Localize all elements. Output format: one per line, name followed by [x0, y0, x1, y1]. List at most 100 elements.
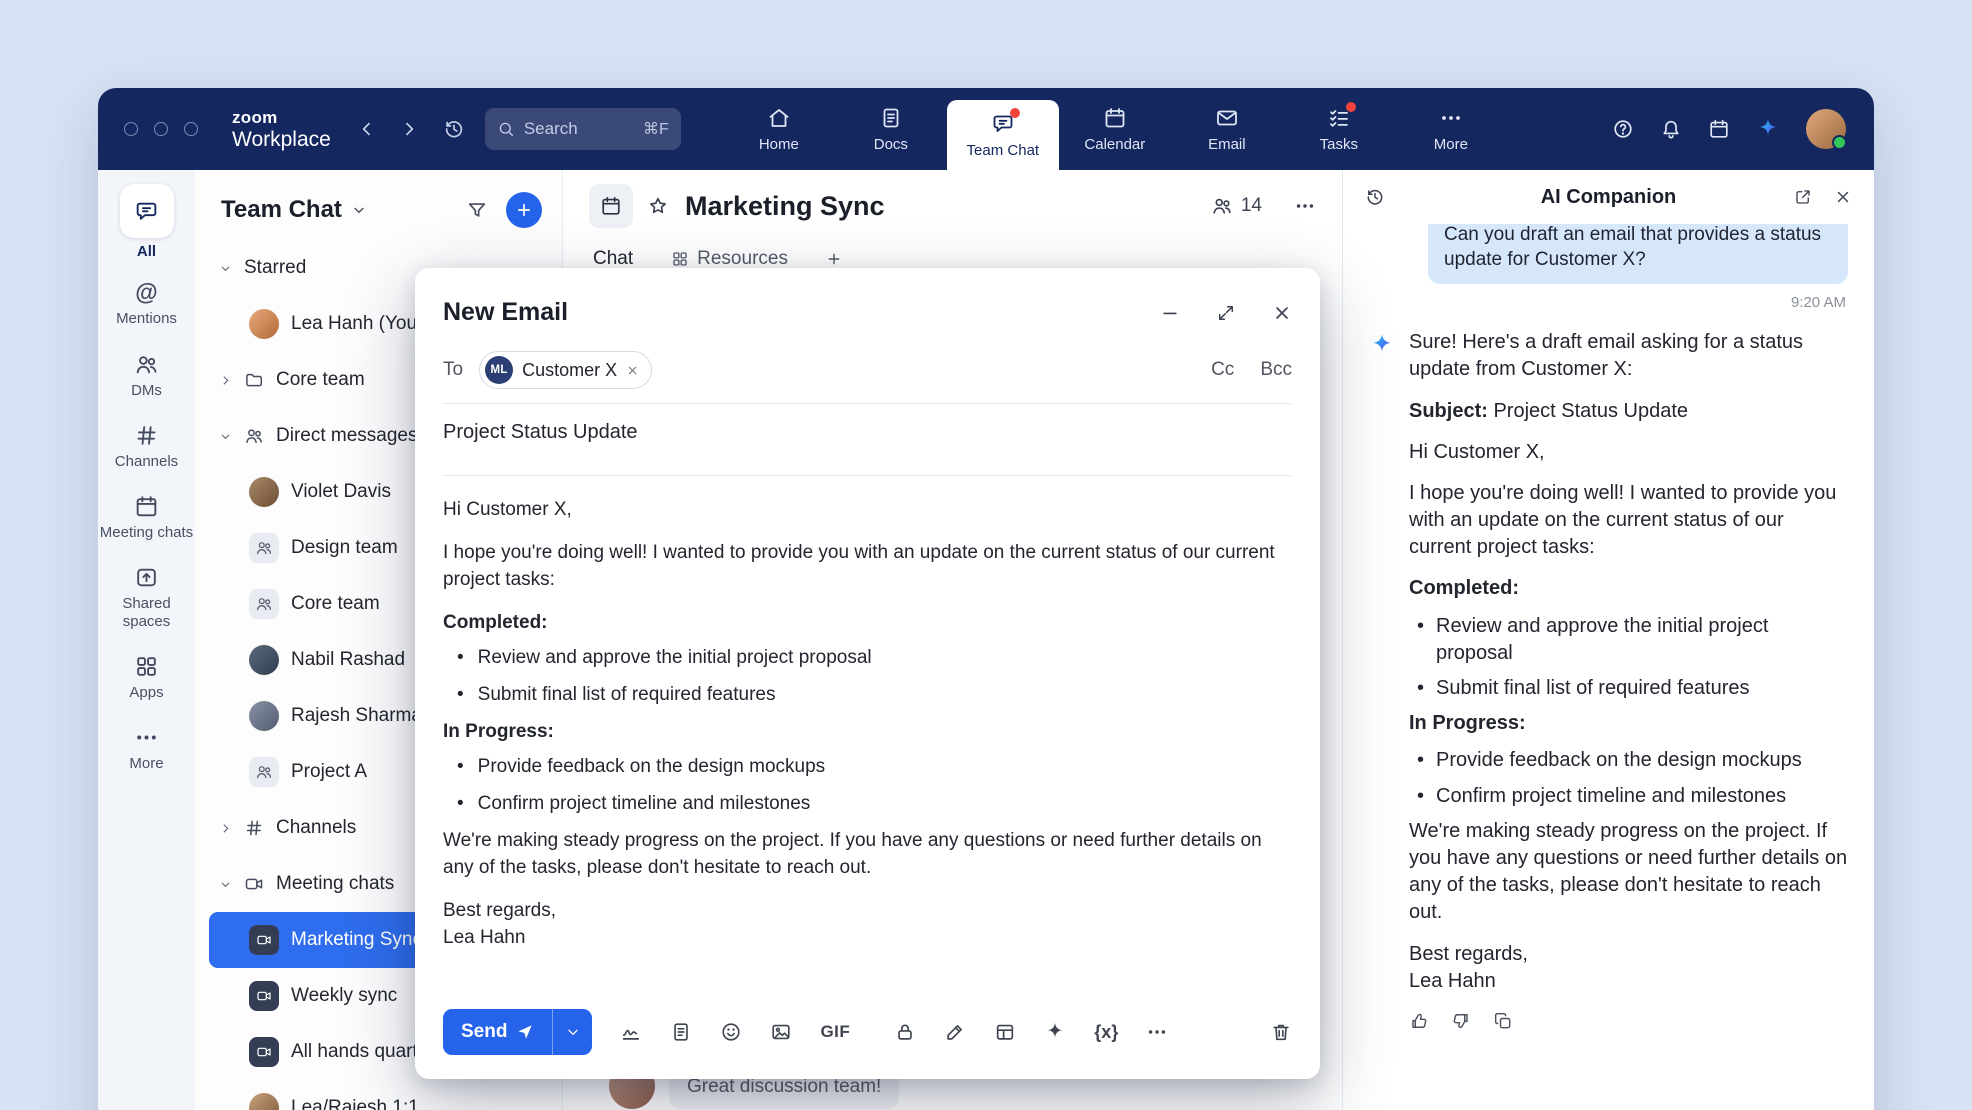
email-intro: I hope you're doing well! I wanted to pr…	[443, 539, 1292, 593]
email-signature: Lea Hahn	[443, 924, 1292, 951]
edit-pencil-icon[interactable]	[944, 1021, 966, 1043]
email-body-editor[interactable]: Hi Customer X, I hope you're doing well!…	[443, 476, 1292, 951]
copy-icon[interactable]	[1493, 1011, 1513, 1031]
people-icon	[244, 426, 264, 446]
window-minimize-button[interactable]	[154, 122, 168, 136]
toolbar-more-icon[interactable]	[1146, 1021, 1168, 1043]
signature-icon[interactable]	[620, 1021, 642, 1043]
list-item: Provide feedback on the design mockups	[1417, 747, 1848, 774]
encrypt-lock-icon[interactable]	[894, 1021, 916, 1043]
template-layout-icon[interactable]	[994, 1021, 1016, 1043]
tab-more[interactable]: More	[1395, 88, 1507, 170]
chevron-right-icon	[219, 822, 232, 835]
avatar	[249, 701, 279, 731]
expand-icon[interactable]	[1216, 303, 1236, 323]
variables-icon[interactable]: {x}	[1094, 1022, 1118, 1043]
window-close-button[interactable]	[124, 122, 138, 136]
window-controls	[124, 122, 198, 136]
notifications-bell-icon[interactable]	[1660, 118, 1682, 140]
send-button[interactable]: Send	[443, 1009, 552, 1055]
meeting-video-icon	[244, 874, 264, 894]
star-channel-icon[interactable]	[647, 195, 669, 217]
send-plane-icon	[516, 1023, 534, 1041]
close-icon[interactable]	[1272, 303, 1292, 323]
team-chat-notification-dot	[1010, 108, 1020, 118]
tab-team-chat[interactable]: Team Chat	[947, 100, 1059, 170]
search-bar[interactable]: ⌘F	[485, 108, 681, 150]
search-shortcut: ⌘F	[643, 119, 669, 139]
subject-input[interactable]	[443, 404, 1292, 461]
tab-docs[interactable]: Docs	[835, 88, 947, 170]
ai-completed-heading: Completed:	[1409, 575, 1848, 602]
tab-calendar[interactable]: Calendar	[1059, 88, 1171, 170]
rail-item-dms[interactable]: DMs	[100, 352, 194, 399]
channel-more-icon[interactable]	[1294, 195, 1316, 217]
ai-sparkle-icon[interactable]	[1756, 117, 1780, 141]
folder-icon	[244, 370, 264, 390]
ai-companion-sparkle-icon	[1369, 332, 1395, 358]
back-button[interactable]	[357, 119, 377, 139]
ai-companion-panel: AI Companion Can you draft an email that…	[1342, 170, 1874, 1110]
member-count[interactable]: 14	[1211, 195, 1262, 217]
ai-history-icon[interactable]	[1365, 187, 1385, 207]
emoji-icon[interactable]	[720, 1021, 742, 1043]
rail-item-mentions[interactable]: @ Mentions	[100, 280, 194, 327]
to-label: To	[443, 359, 463, 381]
chevron-down-icon	[219, 262, 232, 275]
search-input[interactable]	[524, 119, 634, 139]
rail-item-all[interactable]: All	[100, 184, 194, 260]
ai-close-icon[interactable]	[1834, 188, 1852, 206]
tab-home[interactable]: Home	[723, 88, 835, 170]
all-chats-icon	[134, 199, 159, 224]
ai-open-external-icon[interactable]	[1794, 188, 1812, 206]
bcc-button[interactable]: Bcc	[1260, 359, 1292, 381]
profile-avatar[interactable]	[1806, 109, 1846, 149]
add-tab-button[interactable]	[826, 251, 842, 267]
history-icon[interactable]	[443, 118, 465, 140]
rail-more-icon	[134, 725, 159, 750]
minimize-icon[interactable]	[1160, 303, 1180, 323]
meeting-chats-calendar-icon	[134, 494, 159, 519]
list-item: Confirm project timeline and milestones	[457, 790, 1292, 817]
group-icon	[249, 589, 279, 619]
thumbs-down-icon[interactable]	[1451, 1011, 1471, 1031]
filter-icon[interactable]	[466, 199, 488, 221]
recipient-chip[interactable]: ML Customer X	[479, 351, 652, 389]
tab-tasks[interactable]: Tasks	[1283, 88, 1395, 170]
tab-email[interactable]: Email	[1171, 88, 1283, 170]
forward-button[interactable]	[399, 119, 419, 139]
chevron-right-icon	[219, 374, 232, 387]
sidebar-title[interactable]: Team Chat	[221, 196, 342, 224]
calendar-icon	[1103, 106, 1127, 130]
ai-timestamp: 9:20 AM	[1371, 294, 1846, 311]
channel-meeting-icon[interactable]	[589, 184, 633, 228]
remove-recipient-icon[interactable]	[626, 364, 639, 377]
ai-inprogress-heading: In Progress:	[1409, 710, 1848, 737]
send-options-dropdown[interactable]	[552, 1009, 592, 1055]
insert-image-icon[interactable]	[770, 1021, 792, 1043]
window-zoom-button[interactable]	[184, 122, 198, 136]
rail-item-shared-spaces[interactable]: Shared spaces	[100, 565, 194, 630]
rail-item-channels[interactable]: Channels	[100, 423, 194, 470]
email-completed-heading: Completed:	[443, 609, 1292, 636]
help-icon[interactable]	[1612, 118, 1634, 140]
ai-conversation[interactable]: Can you draft an email that provides a s…	[1343, 224, 1874, 1110]
rail-item-more[interactable]: More	[100, 725, 194, 772]
cc-button[interactable]: Cc	[1211, 359, 1234, 381]
gif-icon[interactable]: GIF	[820, 1022, 850, 1042]
sidebar-title-chevron-down-icon[interactable]	[351, 202, 367, 218]
send-button-group: Send	[443, 1009, 592, 1055]
tab-chat[interactable]: Chat	[593, 248, 633, 270]
discard-trash-icon[interactable]	[1270, 1021, 1292, 1043]
rail-item-apps[interactable]: Apps	[100, 654, 194, 701]
sidebar-item-lea-rajesh-1-1[interactable]: Lea/Rajesh 1:1	[209, 1080, 548, 1110]
attach-file-icon[interactable]	[670, 1021, 692, 1043]
tab-resources[interactable]: Resources	[671, 248, 788, 270]
list-item: Confirm project timeline and milestones	[1417, 783, 1848, 810]
ai-compose-sparkle-icon[interactable]	[1044, 1021, 1066, 1043]
new-chat-button[interactable]	[506, 192, 542, 228]
calendar-widget-icon[interactable]	[1708, 118, 1730, 140]
thumbs-up-icon[interactable]	[1409, 1011, 1429, 1031]
email-icon	[1215, 106, 1239, 130]
rail-item-meeting-chats[interactable]: Meeting chats	[100, 494, 194, 541]
